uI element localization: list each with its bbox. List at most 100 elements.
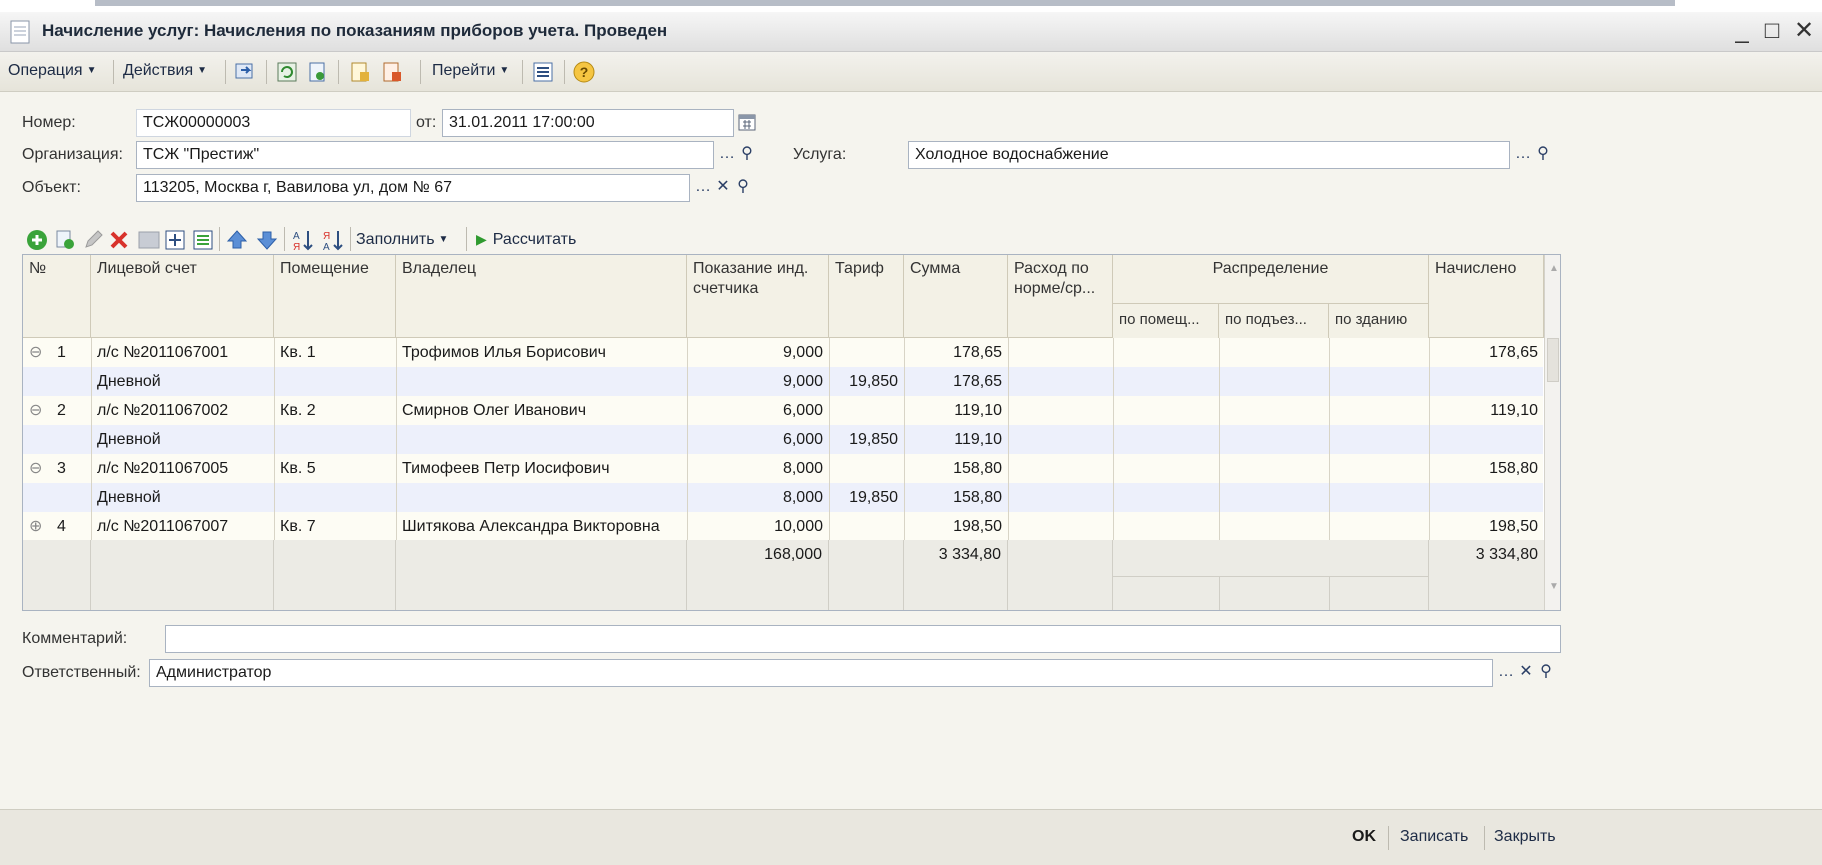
calendar-icon[interactable]	[737, 112, 757, 132]
collapse-rows-icon[interactable]	[190, 227, 216, 253]
reading-cell[interactable]: 6,000	[687, 396, 829, 425]
tariff-cell[interactable]: 19,850	[829, 425, 904, 454]
clear-icon[interactable]: ✕	[712, 175, 734, 201]
table-scrollbar[interactable]: ▲ ▼	[1544, 255, 1560, 610]
column-header-distribution[interactable]: Распределение	[1113, 255, 1429, 303]
tariff-cell[interactable]	[829, 512, 904, 541]
sum-cell[interactable]: 119,10	[904, 425, 1008, 454]
save-button[interactable]: Записать	[1400, 828, 1468, 846]
column-header-account[interactable]: Лицевой счет	[91, 255, 274, 338]
structure-report-icon[interactable]	[380, 60, 404, 84]
open-search-icon[interactable]: ⚲	[736, 142, 758, 168]
column-header-owner[interactable]: Владелец	[396, 255, 687, 338]
owner-cell[interactable]: Трофимов Илья Борисович	[396, 338, 687, 367]
sum-cell[interactable]: 158,80	[904, 483, 1008, 512]
reading-cell[interactable]: 6,000	[687, 425, 829, 454]
sum-cell[interactable]: 178,65	[904, 338, 1008, 367]
tariff-cell[interactable]	[829, 454, 904, 483]
account-cell[interactable]: Дневной	[91, 483, 274, 512]
copy-document-icon[interactable]	[305, 60, 329, 84]
tariff-cell[interactable]	[829, 338, 904, 367]
table-row[interactable]: Дневной 9,000 19,850 178,65	[23, 367, 1543, 396]
sum-cell[interactable]: 178,65	[904, 367, 1008, 396]
minimize-button[interactable]: _	[1728, 16, 1756, 46]
charged-cell[interactable]: 178,65	[1429, 338, 1544, 367]
calculate-button[interactable]: ▶ Рассчитать	[476, 231, 576, 249]
post-and-close-icon[interactable]	[233, 60, 257, 84]
charges-table[interactable]: № Лицевой счет Помещение Владелец Показа…	[22, 254, 1561, 611]
collapse-toggle-icon[interactable]: ⊖	[23, 338, 51, 367]
table-row[interactable]: ⊖ 1 л/с №2011067001 Кв. 1 Трофимов Илья …	[23, 338, 1543, 367]
table-row[interactable]: Дневной 6,000 19,850 119,10	[23, 425, 1543, 454]
select-button[interactable]: …	[692, 175, 714, 201]
scroll-down-icon[interactable]: ▼	[1549, 581, 1559, 592]
date-field[interactable]: 31.01.2011 17:00:00	[442, 109, 734, 137]
reading-cell[interactable]: 9,000	[687, 367, 829, 396]
clear-icon[interactable]: ✕	[1515, 660, 1537, 686]
refresh-icon[interactable]	[275, 60, 299, 84]
account-cell[interactable]: Дневной	[91, 425, 274, 454]
table-row[interactable]: ⊖ 3 л/с №2011067005 Кв. 5 Тимофеев Петр …	[23, 454, 1543, 483]
column-header-tariff[interactable]: Тариф	[829, 255, 904, 338]
sum-cell[interactable]: 158,80	[904, 454, 1008, 483]
column-header-number[interactable]: №	[23, 255, 91, 338]
account-cell[interactable]: л/с №2011067005	[91, 454, 274, 483]
open-search-icon[interactable]: ⚲	[1535, 660, 1557, 686]
movements-report-icon[interactable]	[348, 60, 372, 84]
goto-menu[interactable]: Перейти ▼	[432, 62, 509, 80]
expand-rows-icon[interactable]	[162, 227, 188, 253]
select-button[interactable]: …	[1512, 142, 1534, 168]
open-search-icon[interactable]: ⚲	[1532, 142, 1554, 168]
expand-toggle-icon[interactable]: ⊕	[23, 512, 51, 541]
scroll-up-icon[interactable]: ▲	[1549, 263, 1559, 274]
number-field[interactable]: ТСЖ00000003	[136, 109, 411, 137]
column-header-by-building[interactable]: по зданию	[1329, 303, 1429, 338]
tariff-cell[interactable]: 19,850	[829, 483, 904, 512]
help-icon[interactable]: ?	[572, 60, 596, 84]
owner-cell[interactable]: Шитякова Александра Викторовна	[396, 512, 687, 541]
sum-cell[interactable]: 198,50	[904, 512, 1008, 541]
account-cell[interactable]: л/с №2011067007	[91, 512, 274, 541]
tariff-cell[interactable]: 19,850	[829, 367, 904, 396]
object-field[interactable]: 113205, Москва г, Вавилова ул, дом № 67	[136, 174, 690, 202]
tariff-cell[interactable]	[829, 396, 904, 425]
add-row-icon[interactable]	[24, 227, 50, 253]
charged-cell[interactable]: 119,10	[1429, 396, 1544, 425]
organization-field[interactable]: ТСЖ "Престиж"	[136, 141, 714, 169]
table-row[interactable]: Дневной 8,000 19,850 158,80	[23, 483, 1543, 512]
account-cell[interactable]: л/с №2011067002	[91, 396, 274, 425]
end-edit-icon[interactable]	[136, 227, 162, 253]
sum-cell[interactable]: 119,10	[904, 396, 1008, 425]
collapse-toggle-icon[interactable]: ⊖	[23, 396, 51, 425]
structure-list-icon[interactable]	[531, 60, 555, 84]
actions-menu[interactable]: Действия ▼	[123, 62, 207, 80]
column-header-by-entrance[interactable]: по подъез...	[1219, 303, 1329, 338]
room-cell[interactable]: Кв. 1	[274, 338, 396, 367]
reading-cell[interactable]: 10,000	[687, 512, 829, 541]
reading-cell[interactable]: 8,000	[687, 483, 829, 512]
reading-cell[interactable]: 9,000	[687, 338, 829, 367]
close-window-button[interactable]: ✕	[1790, 16, 1818, 46]
room-cell[interactable]: Кв. 7	[274, 512, 396, 541]
column-header-room[interactable]: Помещение	[274, 255, 396, 338]
collapse-toggle-icon[interactable]: ⊖	[23, 454, 51, 483]
operation-menu[interactable]: Операция ▼	[8, 62, 96, 80]
column-header-charged[interactable]: Начислено	[1429, 255, 1544, 338]
reading-cell[interactable]: 8,000	[687, 454, 829, 483]
owner-cell[interactable]: Смирнов Олег Иванович	[396, 396, 687, 425]
room-cell[interactable]: Кв. 2	[274, 396, 396, 425]
delete-row-icon[interactable]	[106, 227, 132, 253]
column-header-by-room[interactable]: по помещ...	[1113, 303, 1219, 338]
move-up-icon[interactable]	[224, 227, 250, 253]
open-search-icon[interactable]: ⚲	[732, 175, 754, 201]
charged-cell[interactable]: 158,80	[1429, 454, 1544, 483]
table-row[interactable]: ⊕ 4 л/с №2011067007 Кв. 7 Шитякова Алекс…	[23, 512, 1543, 541]
charged-cell[interactable]: 198,50	[1429, 512, 1544, 541]
account-cell[interactable]: л/с №2011067001	[91, 338, 274, 367]
column-header-norm[interactable]: Расход по норме/ср...	[1008, 255, 1113, 338]
room-cell[interactable]: Кв. 5	[274, 454, 396, 483]
scroll-thumb[interactable]	[1547, 338, 1559, 382]
sort-ascending-icon[interactable]: А Я	[290, 227, 316, 253]
move-down-icon[interactable]	[254, 227, 280, 253]
select-button[interactable]: …	[1495, 660, 1517, 686]
